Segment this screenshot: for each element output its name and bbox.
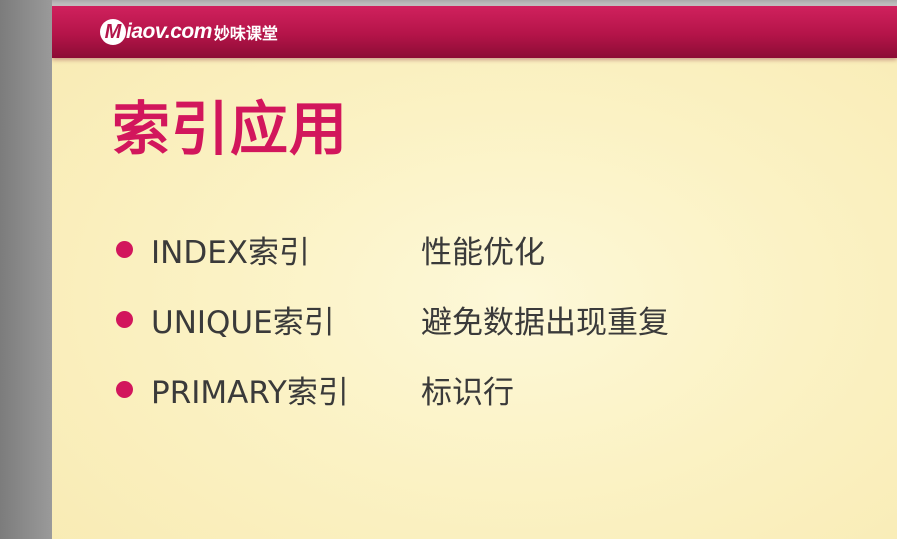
list-item: INDEX索引 性能优化	[116, 214, 669, 284]
logo-letter-badge: M	[100, 19, 126, 45]
bullet-description: 标识行	[421, 374, 514, 411]
bullet-term: INDEX索引	[151, 234, 311, 271]
list-item: PRIMARY索引 标识行	[116, 354, 669, 424]
bullet-dot-icon	[116, 310, 133, 328]
bullet-term: UNIQUE索引	[151, 304, 335, 341]
bullet-dot-icon	[116, 380, 133, 398]
bullet-list: INDEX索引 性能优化 UNIQUE索引 避免数据出现重复 PRIMARY索引…	[116, 214, 669, 424]
bullet-term: PRIMARY索引	[151, 374, 349, 411]
slide-header-bar: M iaov.com 妙味课堂	[52, 6, 897, 58]
bullet-description: 避免数据出现重复	[421, 304, 669, 341]
list-item: UNIQUE索引 避免数据出现重复	[116, 284, 669, 354]
logo-chinese-text: 妙味课堂	[213, 24, 278, 43]
miaov-logo: M iaov.com 妙味课堂	[100, 19, 278, 45]
bullet-dot-icon	[116, 240, 133, 258]
slide-canvas: M iaov.com 妙味课堂 索引应用 INDEX索引 性能优化 UNIQUE…	[52, 0, 897, 539]
slide-title: 索引应用	[112, 95, 349, 163]
presentation-left-gutter	[0, 0, 52, 539]
logo-domain-text: iaov.com	[126, 20, 212, 43]
bullet-description: 性能优化	[421, 234, 545, 271]
